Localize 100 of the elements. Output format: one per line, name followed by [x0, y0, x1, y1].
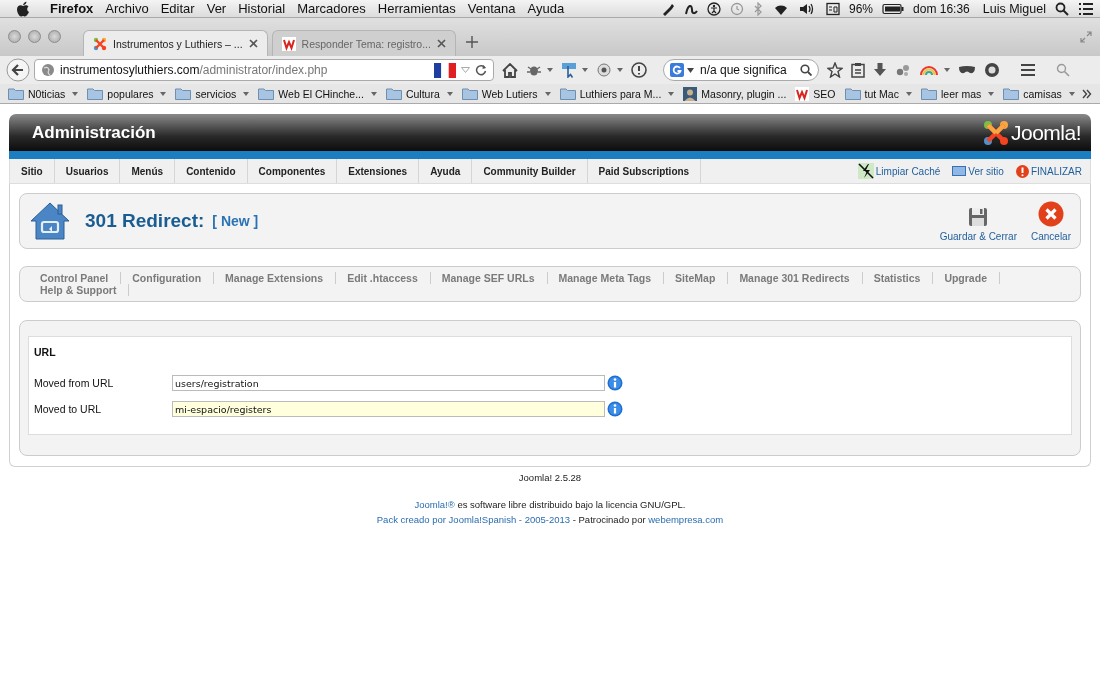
bookmark-item[interactable]: Luthiers para M... [559, 87, 675, 100]
toolbar-link[interactable]: Guardar & Cerrar [939, 230, 1017, 242]
menu-item[interactable]: Herramientas [377, 1, 456, 16]
menu-item[interactable]: Archivo [105, 1, 149, 16]
lightning-icon[interactable] [857, 163, 874, 179]
eye-icon[interactable] [596, 63, 612, 77]
address-bar[interactable]: instrumentosyluthiers.com/administrator/index.php [34, 59, 494, 81]
submenu-link[interactable]: Control Panel [40, 272, 122, 284]
accessibility-icon[interactable] [707, 1, 721, 16]
menu-item[interactable]: Usuarios [54, 159, 121, 183]
rainbow-icon[interactable] [919, 64, 939, 76]
menu-item[interactable]: Marcadores [297, 1, 366, 16]
info-icon[interactable] [607, 375, 623, 391]
menu-item[interactable]: Menús [120, 159, 176, 183]
submenu-link[interactable]: Manage SEF URLs [441, 272, 548, 284]
info-circle-icon[interactable] [631, 62, 647, 78]
back-button-icon[interactable] [6, 58, 30, 82]
cursor-icon[interactable] [561, 62, 577, 78]
dropdown-icon[interactable] [687, 67, 694, 73]
submenu-link[interactable]: Upgrade [944, 272, 1000, 284]
save-icon[interactable] [968, 206, 989, 227]
caret-icon[interactable] [617, 68, 623, 72]
exclamation-icon[interactable] [1015, 164, 1029, 178]
browser-tab[interactable]: Instrumentos y Luthiers – ... [83, 30, 268, 56]
clipboard-icon[interactable] [851, 62, 865, 78]
submenu-link[interactable]: Edit .htaccess [347, 272, 431, 284]
mask-icon[interactable] [958, 65, 976, 75]
footer-link[interactable]: Joomla!® [414, 499, 455, 510]
bookmark-item[interactable]: N0ticias [8, 87, 79, 100]
star-icon[interactable] [827, 62, 843, 78]
search-field[interactable]: n/a que significa [663, 59, 819, 81]
clock[interactable]: dom 16:36 [913, 1, 970, 16]
header-link[interactable]: Limpiar Caché [875, 165, 941, 177]
chevron-icon[interactable] [1082, 88, 1092, 99]
monitor-icon[interactable] [952, 166, 967, 176]
input-field[interactable]: users/registration [172, 375, 605, 391]
menu-item[interactable]: Editar [160, 1, 195, 16]
circle-icon[interactable] [984, 62, 1000, 78]
input-field[interactable]: mi-espacio/registers [172, 401, 605, 417]
submenu-link[interactable]: Help & Support [40, 284, 130, 296]
bookmark-item[interactable]: Cultura [385, 87, 453, 100]
menu-item[interactable]: Sitio [10, 159, 55, 183]
menu-item[interactable]: Extensiones [337, 159, 420, 183]
search-icon[interactable] [1055, 1, 1069, 16]
submenu-link[interactable]: Statistics [873, 272, 934, 284]
google-icon[interactable] [670, 63, 684, 77]
close-icon[interactable] [248, 39, 258, 48]
flag-icon[interactable] [434, 62, 456, 78]
menu-item[interactable]: Paid Subscriptions [587, 159, 702, 183]
menu-item[interactable]: Ayuda [419, 159, 473, 183]
bookmark-item[interactable]: Masonry, plugin ... [683, 86, 787, 101]
toolbar-link[interactable]: Cancelar [1030, 230, 1071, 242]
caret-icon[interactable] [582, 68, 588, 72]
bookmark-item[interactable]: SEO [795, 86, 836, 101]
menu-item[interactable]: Historial [238, 1, 286, 16]
download-icon[interactable] [873, 62, 887, 78]
submenu-link[interactable]: Configuration [132, 272, 215, 284]
bluetooth-icon[interactable] [753, 1, 763, 16]
apple-icon[interactable] [16, 0, 30, 17]
info-icon[interactable] [607, 401, 623, 417]
user-name[interactable]: Luis Miguel [982, 1, 1046, 16]
submenu-link[interactable]: Manage Extensions [225, 272, 337, 284]
joomla-icon [93, 36, 107, 51]
bookmark-item[interactable]: leer mas [920, 87, 995, 100]
submenu-link[interactable]: Manage 301 Redirects [739, 272, 863, 284]
bookmark-item[interactable]: tut Mac [844, 87, 912, 100]
bookmark-item[interactable]: Web Lutiers [461, 87, 551, 100]
document-icon[interactable] [826, 1, 840, 16]
home-icon[interactable] [502, 62, 518, 78]
header-link[interactable]: FINALIZAR [1030, 165, 1082, 177]
reload-icon[interactable] [475, 64, 487, 76]
caret-icon[interactable] [944, 68, 950, 72]
bookmark-item[interactable]: Web El CHinche... [258, 87, 377, 100]
browser-tab[interactable]: Responder Tema: registro... [271, 30, 456, 56]
footer-link[interactable]: webempresa.com [648, 514, 724, 525]
app-menu[interactable]: Firefox [50, 1, 94, 16]
new-tab-icon[interactable] [465, 36, 478, 48]
battery-icon[interactable] [882, 2, 905, 15]
menu-icon[interactable] [1020, 63, 1036, 77]
bookmark-item[interactable]: servicios [175, 87, 250, 100]
menu-item[interactable]: Componentes [247, 159, 338, 183]
caret-icon[interactable] [547, 68, 553, 72]
submenu-link[interactable]: SiteMap [675, 272, 729, 284]
menu-icon[interactable] [1078, 1, 1094, 16]
close-icon[interactable] [436, 39, 446, 48]
header-link[interactable]: Ver sitio [968, 165, 1004, 177]
cancel-icon[interactable] [1038, 200, 1064, 227]
bookmark-item[interactable]: camisas [1003, 87, 1075, 100]
pen-icon[interactable] [661, 1, 675, 16]
menu-item[interactable]: Contenido [175, 159, 248, 183]
dots-icon[interactable] [895, 63, 911, 77]
footer-link[interactable]: Pack creado por Joomla!Spanish - 2005-2013 [376, 514, 571, 525]
menu-item[interactable]: Ayuda [527, 1, 565, 16]
time-machine-icon[interactable] [730, 1, 744, 16]
search-icon[interactable] [800, 64, 812, 76]
menu-item[interactable]: Ventana [467, 1, 516, 16]
bookmark-item[interactable]: populares [87, 87, 167, 100]
menu-item[interactable]: Ver [206, 1, 227, 16]
submenu-link[interactable]: Manage Meta Tags [558, 272, 665, 284]
menu-item[interactable]: Community Builder [472, 159, 588, 183]
